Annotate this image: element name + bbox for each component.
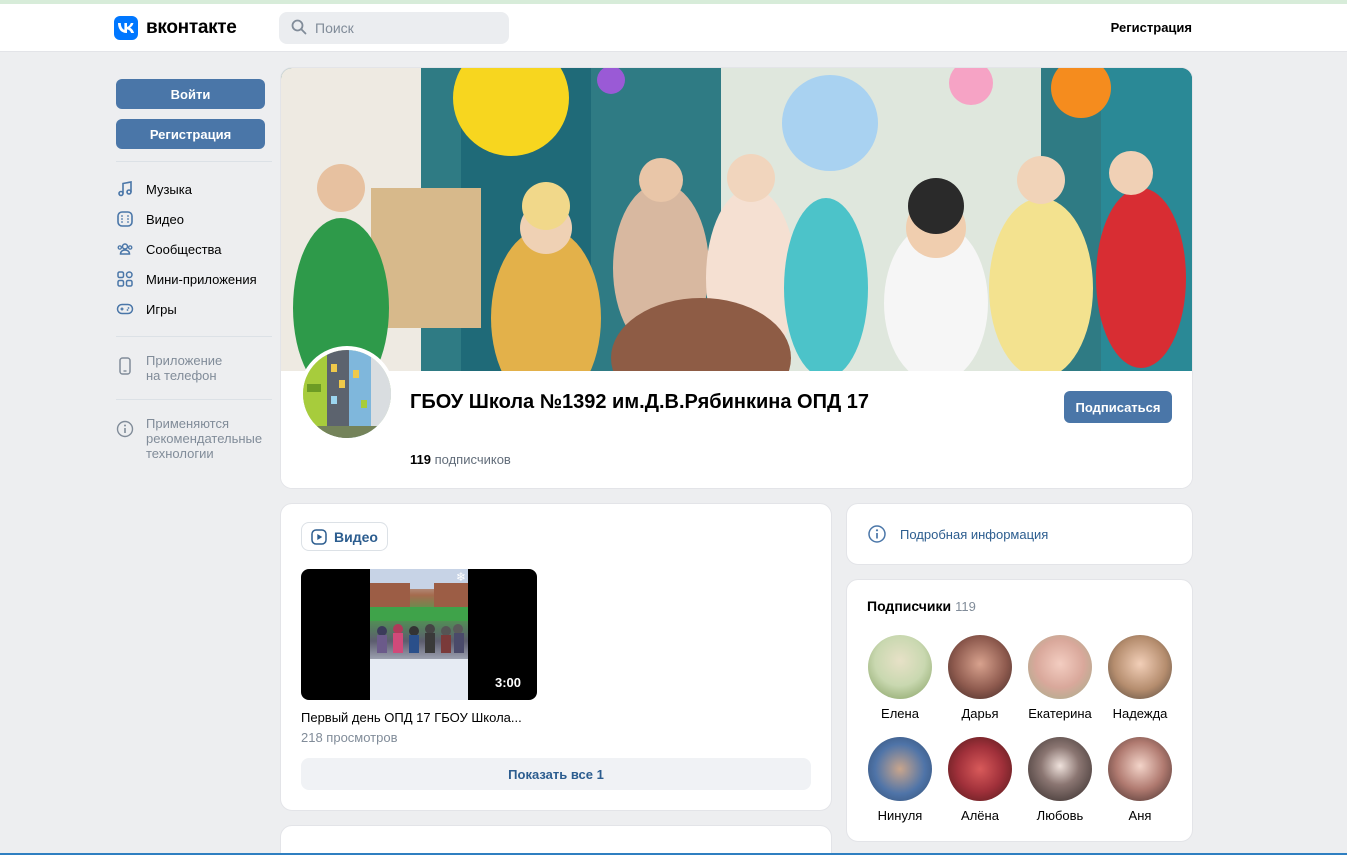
subscriber-avatar [1028,737,1092,801]
group-cover-image [281,68,1192,371]
details-label: Подробная информация [900,526,1049,542]
group-profile-card: ГБОУ Школа №1392 им.Д.В.Рябинкина ОПД 17… [280,67,1193,489]
communities-icon [116,240,134,258]
header-register-link[interactable]: Регистрация [1111,20,1192,35]
sidebar-item-label: Сообщества [146,241,222,257]
subscriber-avatar [948,635,1012,699]
sidebar-item-music[interactable]: Музыка [116,174,272,204]
subscriber-item[interactable]: Аня [1100,737,1180,823]
sidebar-divider [116,336,272,337]
subscriber-avatar [1108,635,1172,699]
video-play-icon [311,528,327,545]
vk-logo[interactable]: вконтакте [114,16,237,40]
tab-video[interactable]: Видео [301,522,388,551]
sidebar-register-button[interactable]: Регистрация [116,119,265,149]
svg-text:❄: ❄ [456,570,466,584]
video-views: 218 просмотров [301,730,398,745]
sidebar-item-video[interactable]: Видео [116,204,272,234]
video-thumbnail[interactable]: ❄ 3:00 [301,569,537,700]
sidebar-item-communities[interactable]: Сообщества [116,234,272,264]
subscribers-card: Подписчики 119 Елена Дарья Екатерина Наде… [846,579,1193,842]
recommendation-text: Применяются рекомендательные технологии [146,416,262,461]
subscriber-name: Аня [1128,808,1152,823]
search-icon [291,19,307,38]
top-header: вконтакте Регистрация [0,4,1347,52]
video-title[interactable]: Первый день ОПД 17 ГБОУ Школа... [301,710,522,725]
subscriber-item[interactable]: Дарья [940,635,1020,721]
video-preview-image: ❄ [370,569,468,700]
subscriber-name: Екатерина [1028,706,1092,721]
sidebar-item-label: Мини-приложения [146,271,257,287]
subscriber-avatar [1028,635,1092,699]
subscriber-avatar [1108,737,1172,801]
sidebar-divider [116,161,272,162]
subscriber-item[interactable]: Елена [860,635,940,721]
sidebar-item-mini-apps[interactable]: Мини-приложения [116,264,272,294]
subscriber-item[interactable]: Нинуля [860,737,940,823]
subscriber-name: Любовь [1036,808,1084,823]
video-duration: 3:00 [494,675,521,690]
subscribers-grid: Елена Дарья Екатерина Надежда Нинуля Алё… [860,635,1180,823]
info-icon [116,420,134,438]
subscriber-item[interactable]: Екатерина [1020,635,1100,721]
subscriber-item[interactable]: Надежда [1100,635,1180,721]
subscriber-item[interactable]: Любовь [1020,737,1100,823]
subscriber-avatar [948,737,1012,801]
details-card: Подробная информация [846,503,1193,565]
subscriber-avatar [868,737,932,801]
phone-icon [116,357,134,375]
subscribe-button[interactable]: Подписаться [1064,391,1172,423]
mobile-app-line2: на телефон [146,368,217,383]
sidebar-item-label: Музыка [146,181,192,197]
search-input[interactable] [315,20,505,36]
subscriber-name: Елена [881,706,919,721]
next-section-card [280,825,832,855]
subscribers-title: Подписчики [867,598,952,614]
subscriber-item[interactable]: Алёна [940,737,1020,823]
sidebar-item-label: Игры [146,301,177,317]
info-icon [867,524,887,544]
group-avatar[interactable] [299,346,395,442]
show-all-videos-button[interactable]: Показать все 1 [301,758,811,790]
mobile-app-line1: Приложение [146,353,223,368]
sidebar-item-games[interactable]: Игры [116,294,272,324]
subscribers-label: подписчиков [434,452,511,467]
music-icon [116,180,134,198]
group-info-area [281,371,1192,488]
sidebar-recommendation-tech[interactable]: Применяются рекомендательные технологии [116,412,272,465]
recommendation-line2: рекомендательные [146,431,263,446]
group-title: ГБОУ Школа №1392 им.Д.В.Рябинкина ОПД 17 [410,391,870,413]
subscriber-avatar [868,635,932,699]
sidebar-mobile-app[interactable]: Приложение на телефон [116,349,272,387]
login-button[interactable]: Войти [116,79,265,109]
subscriber-name: Надежда [1112,706,1168,721]
subscribers-heading[interactable]: Подписчики 119 [867,598,976,614]
recommendation-line1: Применяются [146,416,230,431]
mini-apps-icon [116,270,134,288]
recommendation-line3: технологии [146,446,214,461]
subscribers-number: 119 [410,452,431,467]
video-icon [116,210,134,228]
left-sidebar: Войти Регистрация Музыка Видео Сообществ… [116,79,272,465]
tab-video-label: Видео [334,528,378,545]
sidebar-item-label: Видео [146,211,184,227]
subscribers-total: 119 [955,599,976,614]
search-box[interactable] [279,12,509,44]
gamepad-icon [116,300,134,318]
subscriber-name: Дарья [961,706,999,721]
details-link[interactable]: Подробная информация [867,524,1048,544]
vk-logo-icon [114,16,138,40]
logo-text: вконтакте [146,17,237,38]
subscriber-name: Алёна [961,808,999,823]
mobile-app-text: Приложение на телефон [146,353,222,383]
group-subscribers-count[interactable]: 119 подписчиков [410,452,511,467]
sidebar-divider [116,399,272,400]
subscriber-name: Нинуля [877,808,923,823]
video-section-card: Видео ❄ 3:00 Первый день ОПД 17 ГБОУ Шко… [280,503,832,811]
